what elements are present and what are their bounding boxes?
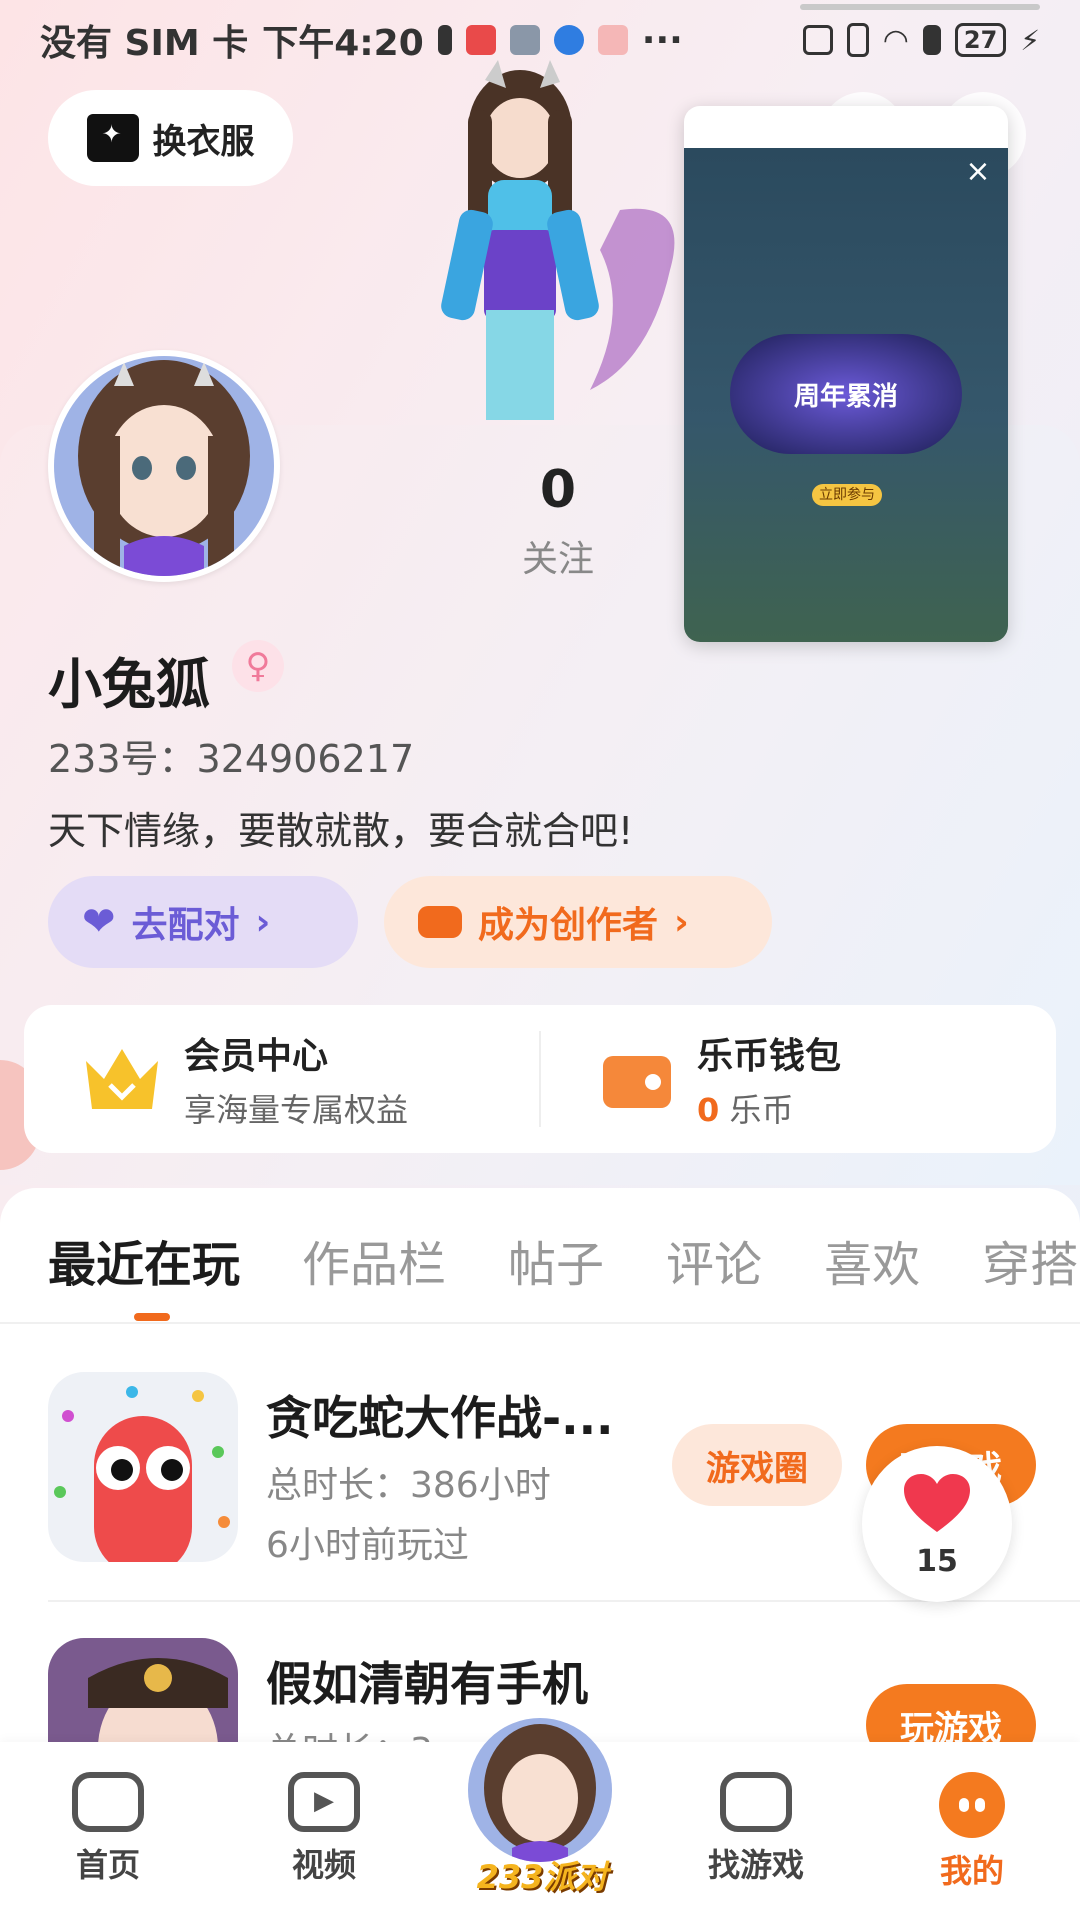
list-icon	[720, 1772, 792, 1832]
vip-wallet-card: 会员中心 享海量专属权益 乐币钱包 0 乐币	[24, 1005, 1056, 1153]
tab-comments[interactable]: 评论	[666, 1225, 762, 1295]
game-last-played: 6小时前玩过	[266, 1525, 469, 1566]
snake-game-icon[interactable]	[48, 1372, 238, 1562]
username: 小兔狐	[48, 653, 210, 716]
nav-party-avatar[interactable]	[468, 1718, 612, 1862]
tab-outfits[interactable]: 穿搭	[982, 1225, 1078, 1295]
tab-posts[interactable]: 帖子	[508, 1225, 604, 1295]
following-count: 0	[539, 460, 577, 520]
match-button[interactable]: ❤ 去配对 ›	[48, 876, 358, 968]
charging-icon: ⚡	[1020, 23, 1040, 57]
character-figure[interactable]	[390, 60, 700, 420]
battery-small-icon	[437, 25, 452, 55]
more-notifications-text: ···	[641, 19, 683, 61]
nav-me[interactable]: 我的	[902, 1772, 1042, 1892]
change-outfit-label: 换衣服	[152, 121, 255, 162]
status-indicator-bar	[800, 4, 1040, 10]
like-float-button[interactable]: 15	[862, 1446, 1012, 1602]
wallet-entry[interactable]: 乐币钱包 0 乐币	[541, 1005, 1056, 1153]
wallet-unit: 乐币	[729, 1091, 794, 1129]
chevron-right-icon: ›	[255, 901, 271, 943]
game-circle-button[interactable]: 游戏圈	[672, 1424, 842, 1506]
time-text: 下午4:20	[262, 23, 424, 64]
nav-me-label: 我的	[939, 1852, 1004, 1890]
nav-party-label[interactable]: 233派对	[462, 1852, 622, 1898]
shirt-icon	[86, 114, 139, 162]
nav-home-label: 首页	[75, 1846, 140, 1884]
user-bio: 天下情缘，要散就散，要合就合吧!	[48, 809, 634, 853]
member-center-title: 会员中心	[184, 1036, 329, 1077]
tab-likes[interactable]: 喜欢	[824, 1225, 920, 1295]
following-label: 关注	[521, 539, 594, 580]
battery-level: 27	[954, 23, 1007, 57]
crown-icon	[86, 1049, 158, 1109]
member-center-subtitle: 享海量专属权益	[184, 1091, 409, 1129]
floating-ad-window[interactable]: 周年累消 立即参与 ×	[684, 106, 1008, 642]
member-center-entry[interactable]: 会员中心 享海量专属权益	[24, 1005, 539, 1153]
heart-match-icon: ❤	[82, 899, 116, 945]
nfc-icon	[802, 25, 833, 55]
tab-recently-played[interactable]: 最近在玩	[48, 1225, 240, 1295]
nav-find-label: 找游戏	[707, 1846, 804, 1884]
gamepad-nav-icon	[72, 1772, 144, 1832]
ad-screen: 周年累消 立即参与	[684, 148, 1008, 642]
sim-alert-icon	[922, 25, 941, 55]
change-outfit-button[interactable]: 换衣服	[48, 90, 293, 186]
wallet-title: 乐币钱包	[697, 1036, 842, 1077]
like-count: 15	[916, 1544, 958, 1579]
profile-avatar[interactable]	[48, 350, 280, 582]
female-gender-icon: ♀	[232, 640, 284, 692]
nav-video-label: 视频	[291, 1846, 356, 1884]
tab-works[interactable]: 作品栏	[302, 1225, 446, 1295]
carrier-text: 没有 SIM 卡	[40, 23, 249, 64]
game-title: 假如清朝有手机	[266, 1657, 588, 1711]
banner-title: 周年累消	[793, 382, 898, 412]
game-title: 贪吃蛇大作战-...	[266, 1391, 614, 1445]
browser-app-icon	[553, 25, 584, 55]
match-label: 去配对	[131, 905, 240, 946]
user-id[interactable]: 233号：324906217	[48, 728, 414, 783]
heart-icon	[904, 1474, 970, 1532]
book-app-icon	[465, 25, 496, 55]
chevron-right-icon: ›	[674, 901, 689, 943]
following-stat[interactable]: 0 关注	[498, 460, 618, 582]
wallet-icon	[603, 1056, 671, 1108]
become-creator-button[interactable]: 成为创作者 ›	[384, 876, 772, 968]
play-video-icon: ▶	[288, 1772, 360, 1832]
banner-join-button[interactable]: 立即参与	[812, 484, 882, 506]
vibrate-icon	[846, 23, 869, 57]
wifi-icon: ◠	[882, 22, 909, 58]
tab-divider	[0, 1322, 1080, 1324]
nav-find-games[interactable]: 找游戏	[686, 1772, 826, 1886]
nav-home[interactable]: 首页	[38, 1772, 178, 1886]
game-duration: 总时长：386小时	[266, 1465, 551, 1506]
cleaner-app-icon	[509, 25, 540, 55]
creator-label: 成为创作者	[478, 905, 659, 946]
gamepad-icon	[418, 906, 462, 938]
me-face-icon	[939, 1772, 1005, 1838]
game-app-icon	[597, 25, 628, 55]
nav-video[interactable]: ▶ 视频	[254, 1772, 394, 1886]
close-icon[interactable]: ×	[958, 154, 998, 189]
wallet-amount: 0	[697, 1091, 720, 1129]
active-tab-indicator	[134, 1313, 170, 1321]
profile-tabs: 最近在玩 作品栏 帖子 评论 喜欢 穿搭	[48, 1225, 1078, 1295]
